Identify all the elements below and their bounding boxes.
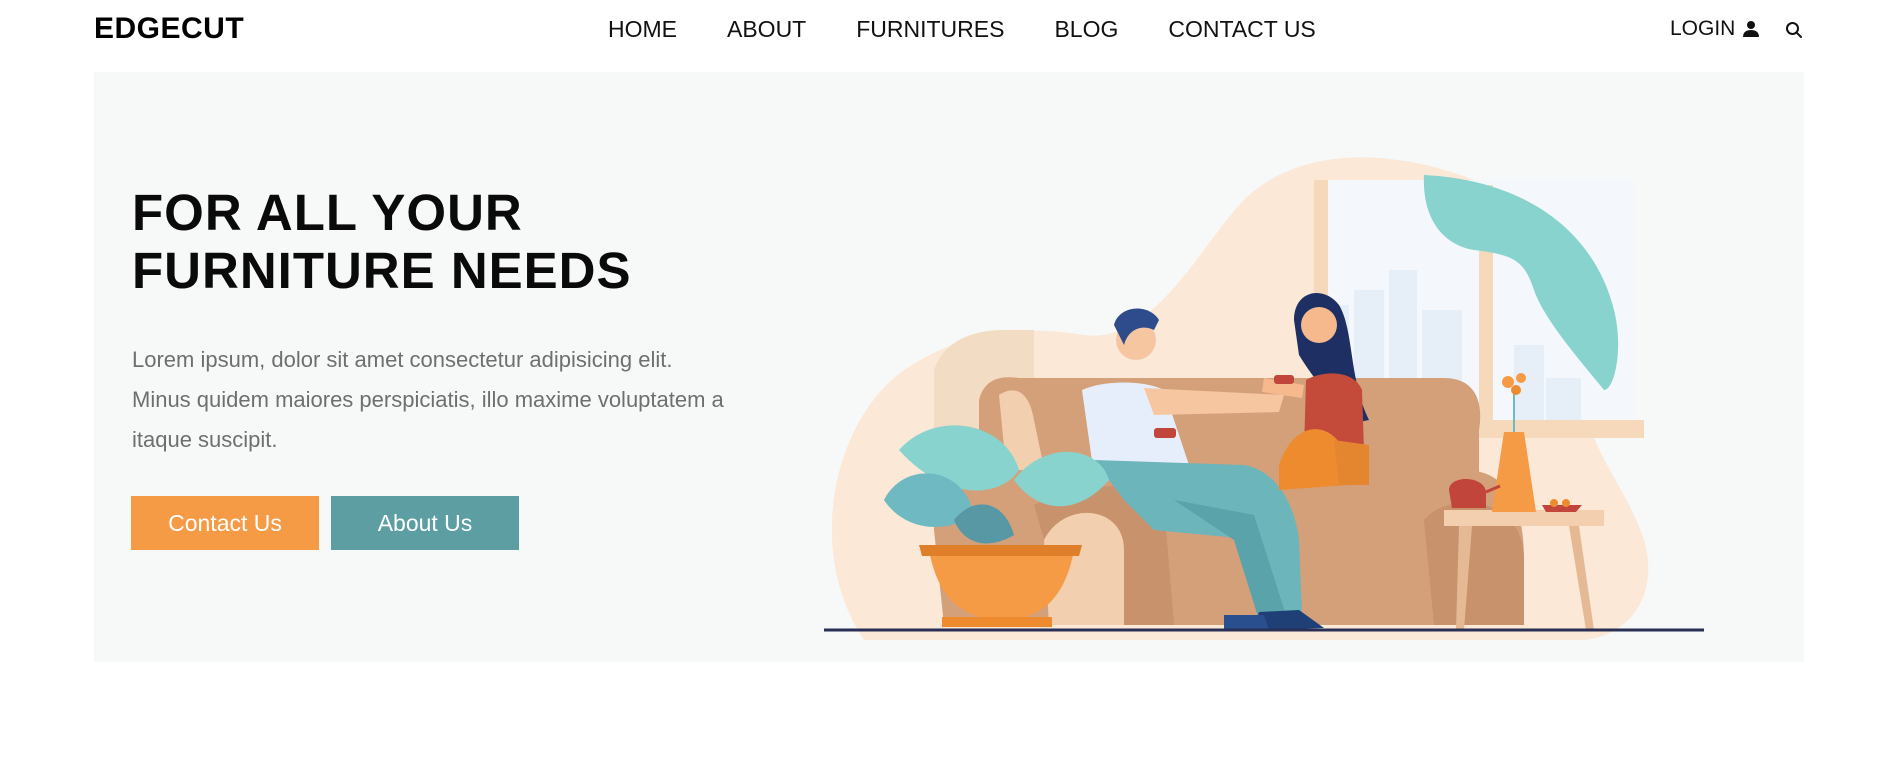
- nav-home[interactable]: HOME: [608, 15, 677, 43]
- about-us-button[interactable]: About Us: [331, 496, 519, 550]
- nav-furnitures[interactable]: FURNITURES: [856, 15, 1004, 43]
- hero-description: Lorem ipsum, dolor sit amet consectetur …: [132, 347, 724, 452]
- hero-title-line1: FOR ALL YOUR: [132, 184, 523, 241]
- nav-about[interactable]: ABOUT: [727, 15, 806, 43]
- hero-title-line2: FURNITURE NEEDS: [132, 242, 632, 299]
- site-header: EDGECUT HOME ABOUT FURNITURES BLOG CONTA…: [0, 0, 1895, 72]
- search-icon[interactable]: [1784, 20, 1804, 40]
- main-nav: HOME ABOUT FURNITURES BLOG CONTACT US: [608, 15, 1316, 43]
- login-label: LOGIN: [1670, 17, 1736, 40]
- nav-contact-us[interactable]: CONTACT US: [1168, 15, 1315, 43]
- hero-illustration: [824, 157, 1704, 640]
- hero-title: FOR ALL YOUR FURNITURE NEEDS: [132, 184, 692, 300]
- login-link[interactable]: LOGIN: [1670, 17, 1761, 41]
- brand-logo[interactable]: EDGECUT: [94, 12, 244, 46]
- nav-blog[interactable]: BLOG: [1054, 15, 1118, 43]
- hero-section: FOR ALL YOUR FURNITURE NEEDS Lorem ipsum…: [94, 72, 1804, 662]
- user-icon: [1743, 21, 1760, 37]
- contact-us-button[interactable]: Contact Us: [131, 496, 319, 550]
